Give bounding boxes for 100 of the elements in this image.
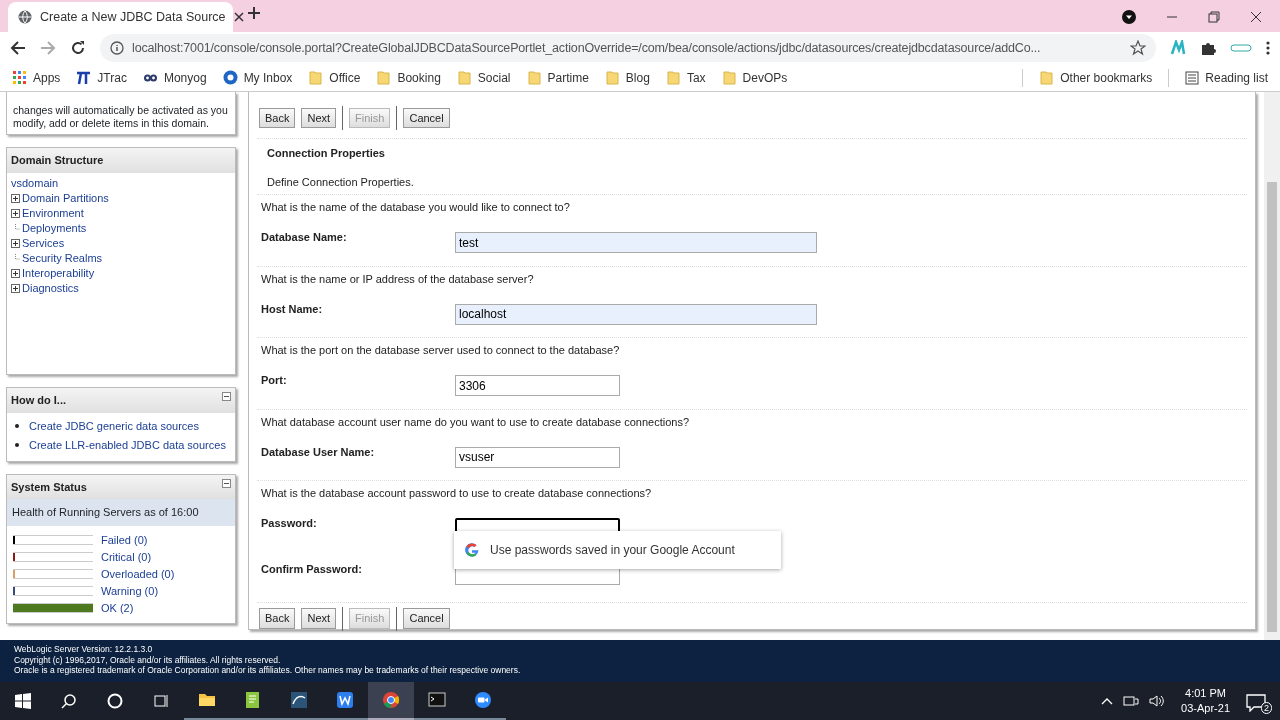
- expand-icon[interactable]: [11, 283, 20, 293]
- globe-icon: [18, 10, 32, 24]
- bookmark[interactable]: DevOPs: [721, 68, 788, 87]
- circle-icon: [107, 693, 123, 709]
- tree-item[interactable]: vsdomain: [11, 175, 231, 191]
- close-icon[interactable]: [233, 12, 244, 22]
- bookmark[interactable]: Booking: [376, 68, 441, 87]
- tree-item[interactable]: Diagnostics: [22, 280, 79, 296]
- input-field[interactable]: 3306: [455, 375, 620, 396]
- folder-icon: [376, 70, 392, 85]
- dolphin-icon: [290, 691, 308, 709]
- bookmark[interactable]: Social: [456, 68, 511, 87]
- wizard-button[interactable]: Back: [259, 107, 296, 129]
- notification-button[interactable]: 2: [1246, 690, 1270, 712]
- clock[interactable]: 4:01 PM 03-Apr-21: [1175, 686, 1236, 716]
- expand-icon[interactable]: [11, 208, 20, 218]
- tree-item[interactable]: Domain Partitions: [22, 190, 109, 206]
- circle-logo-icon: [222, 70, 238, 85]
- tree-item[interactable]: Environment: [22, 205, 84, 221]
- chrome-icon: [382, 691, 400, 709]
- input-field[interactable]: vsuser: [455, 446, 620, 468]
- wizard-button[interactable]: Next: [301, 608, 337, 629]
- bookmark[interactable]: Other bookmarks: [1039, 68, 1153, 87]
- menu-icon[interactable]: [1266, 40, 1270, 56]
- bookmark[interactable]: Partime: [526, 68, 589, 87]
- taskbar-app[interactable]: [368, 682, 414, 720]
- tab-title: Create a New JDBC Data Source: [40, 8, 226, 26]
- collapse-icon[interactable]: [222, 392, 231, 402]
- folder-icon: [604, 70, 620, 85]
- help-link[interactable]: Create LLR-enabled JDBC data sources: [29, 435, 226, 455]
- windows-logo-icon: [15, 693, 31, 709]
- section-title: Connection Properties: [267, 146, 386, 161]
- star-icon[interactable]: [1130, 40, 1146, 56]
- folder-icon: [665, 70, 681, 85]
- bullet-icon: [15, 443, 19, 448]
- tree-item[interactable]: Interoperability: [22, 265, 95, 281]
- text-field[interactable]: test: [455, 232, 817, 253]
- help-link[interactable]: Create JDBC generic data sources: [29, 416, 199, 436]
- puzzle-icon[interactable]: [1200, 40, 1216, 56]
- expand-icon[interactable]: [11, 193, 20, 203]
- extension-icon[interactable]: [1230, 43, 1252, 53]
- speaker-icon[interactable]: [1149, 694, 1166, 708]
- expand-icon[interactable]: [11, 238, 20, 248]
- wizard-button[interactable]: Cancel: [403, 107, 450, 129]
- notification-count: 2: [1261, 702, 1272, 714]
- status-link[interactable]: Overloaded (0): [101, 565, 175, 583]
- restore-icon[interactable]: [1208, 11, 1220, 23]
- status-link[interactable]: Critical (0): [101, 548, 152, 566]
- field-label: Confirm Password:: [261, 562, 363, 578]
- bookmark[interactable]: My Inbox: [222, 68, 293, 87]
- field-label: Port:: [261, 373, 288, 389]
- scrollbar-thumb[interactable]: [1267, 182, 1277, 632]
- expand-icon[interactable]: [11, 268, 20, 278]
- back-arrow-icon[interactable]: [10, 40, 26, 56]
- autofill-popup[interactable]: Use passwords saved in your Google Account: [454, 531, 781, 569]
- profile-dropdown-icon[interactable]: [1122, 10, 1136, 24]
- task-view-icon: [153, 693, 169, 709]
- folder-icon: [1039, 70, 1055, 85]
- address-bar[interactable]: localhost:7001/console/console.portal?CreateGlobalJDBCDataSourcePortlet_actionOverride=/com/bea/console/actions/jdbc/datasources/createjdbcdatasource/addCo...: [100, 34, 1156, 62]
- list-icon: [1185, 70, 1200, 85]
- wizard-button[interactable]: Cancel: [403, 608, 450, 629]
- reading-list-button[interactable]: Reading list: [1185, 68, 1268, 87]
- terminal-icon: [428, 691, 446, 709]
- footer-text: WebLogic Server Version: 12.2.1.3.0: [14, 644, 154, 655]
- footer-text: Copyright (c) 1996,2017, Oracle and/or its affiliates. All rights reserved.: [14, 654, 282, 666]
- field-label: Database User Name:: [261, 444, 376, 460]
- apps-grid-icon: [12, 70, 27, 85]
- bullet-icon: [15, 424, 19, 429]
- info-icon: [110, 41, 124, 55]
- bookmark[interactable]: Office: [308, 68, 361, 87]
- wizard-button[interactable]: Back: [259, 608, 296, 629]
- folder-icon: [308, 70, 324, 85]
- reload-icon[interactable]: [70, 40, 86, 56]
- bookmark[interactable]: JTrac: [76, 68, 127, 87]
- tree-item[interactable]: Deployments: [22, 220, 87, 236]
- folder-icon: [526, 70, 542, 85]
- jtrac-logo-icon: [76, 70, 92, 85]
- chevron-up-icon[interactable]: [1101, 697, 1114, 705]
- question-text: What is the port on the database server used to connect to the database?: [257, 337, 1247, 363]
- field-label: Password:: [261, 516, 318, 532]
- tree-item[interactable]: Services: [22, 235, 65, 251]
- panel-title: How do I...: [11, 393, 66, 409]
- tree-item[interactable]: Security Realms: [22, 250, 103, 266]
- status-link[interactable]: OK (2): [101, 599, 134, 617]
- bookmark[interactable]: Tax: [665, 68, 706, 87]
- text-field[interactable]: localhost: [455, 303, 817, 325]
- plus-icon[interactable]: [247, 5, 261, 20]
- wizard-button[interactable]: Next: [301, 107, 337, 129]
- bookmark[interactable]: Blog: [604, 68, 650, 87]
- question-text: What is the database account password to use to create database connections?: [257, 480, 1247, 506]
- close-icon[interactable]: [1250, 11, 1262, 23]
- folder-icon: [721, 70, 737, 85]
- bookmark[interactable]: Monyog: [142, 68, 207, 87]
- bookmark[interactable]: Apps: [12, 68, 61, 87]
- network-icon[interactable]: [1123, 694, 1140, 708]
- collapse-icon[interactable]: [222, 478, 231, 488]
- status-link[interactable]: Warning (0): [101, 582, 159, 600]
- status-link[interactable]: Failed (0): [101, 531, 148, 549]
- search-icon: [61, 693, 77, 709]
- video-camera-icon: [474, 691, 492, 709]
